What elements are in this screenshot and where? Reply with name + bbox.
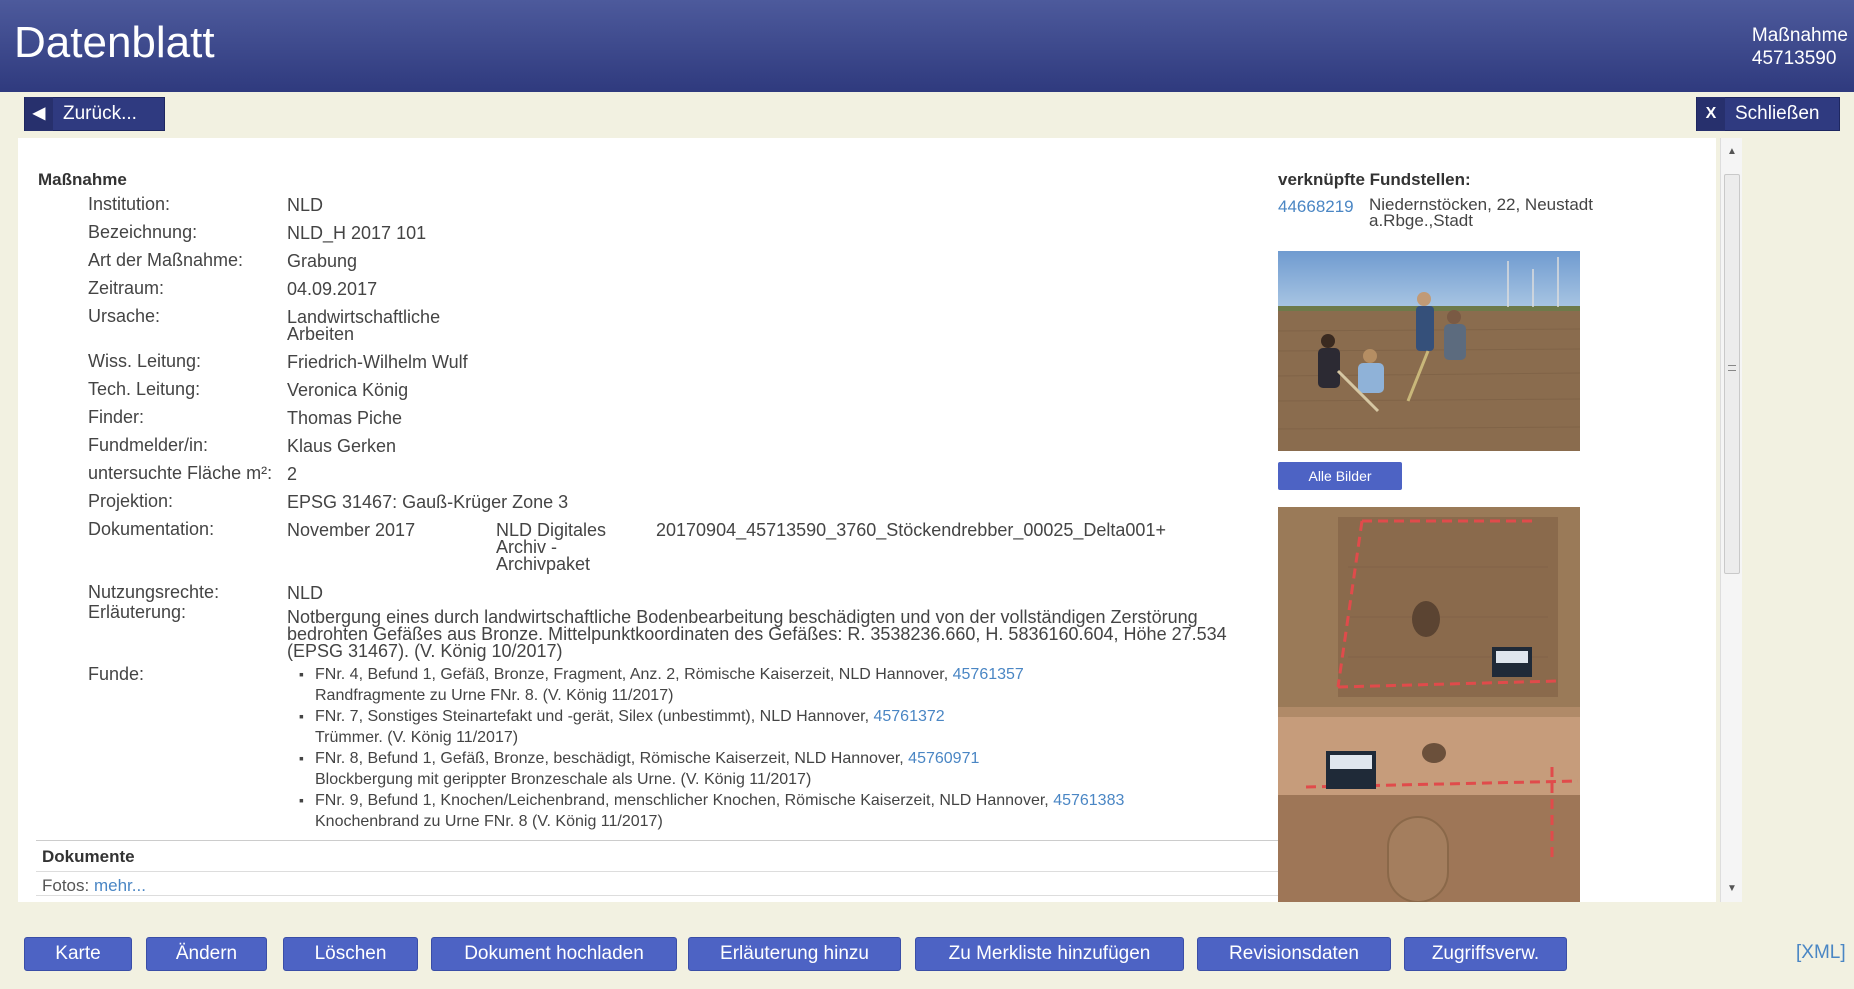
field-label: Art der Maßnahme:: [88, 250, 244, 270]
funde-list: FNr. 4, Befund 1, Gefäß, Bronze, Fragmen…: [299, 664, 1249, 832]
fund-link[interactable]: 45761357: [953, 666, 1024, 683]
close-button[interactable]: X Schließen: [1696, 97, 1840, 131]
photo-excavation-top[interactable]: [1278, 507, 1580, 707]
fundstelle-id-link[interactable]: 44668219: [1278, 197, 1354, 217]
scroll-up-icon[interactable]: ▲: [1727, 146, 1737, 157]
field-value-zeitraum: 04.09.2017: [287, 279, 378, 299]
field-label: Dokumentation:: [88, 519, 215, 539]
fund-note: Blockbergung mit gerippter Bronzeschale …: [315, 771, 812, 788]
zu-merkliste-button[interactable]: Zu Merkliste hinzufügen: [915, 937, 1184, 971]
dokument-hochladen-button[interactable]: Dokument hochladen: [431, 937, 677, 971]
profile-image: [1278, 707, 1580, 902]
doku-file: 20170904_45713590_3760_Stöckendrebber_00…: [656, 520, 1166, 540]
field-value-wiss-leitung: Friedrich-Wilhelm Wulf: [287, 352, 468, 372]
page-title: Datenblatt: [14, 18, 215, 67]
scroll-thumb[interactable]: [1724, 174, 1740, 574]
fund-note: Randfragmente zu Urne FNr. 8. (V. König …: [315, 687, 674, 704]
excavation-image: [1278, 507, 1580, 707]
field-label: Institution:: [88, 194, 171, 214]
doku-archiv: NLD Digitales Archiv - Archivpaket: [496, 520, 607, 574]
field-label: untersuchte Fläche m²:: [88, 463, 273, 483]
back-button[interactable]: ◀ Zurück...: [24, 97, 165, 131]
title-bar: Datenblatt Maßnahme 45713590: [0, 0, 1854, 92]
field-value-finder: Thomas Piche: [287, 408, 403, 428]
field-value-institution: NLD: [287, 195, 324, 215]
revisionsdaten-button[interactable]: Revisionsdaten: [1197, 937, 1391, 971]
fund-link[interactable]: 45761372: [873, 708, 944, 725]
field-label: Zeitraum:: [88, 278, 165, 298]
fund-link[interactable]: 45761383: [1053, 792, 1124, 809]
field-label: Tech. Leitung:: [88, 379, 201, 399]
content-panel: Maßnahme Institution: NLD Bezeichnung: N…: [18, 138, 1716, 902]
photo-excavation-profile[interactable]: [1278, 707, 1580, 902]
all-images-button[interactable]: Alle Bilder: [1278, 462, 1402, 490]
field-label: Nutzungsrechte:: [88, 582, 220, 602]
section-heading-massnahme: Maßnahme: [38, 170, 127, 189]
back-label: Zurück...: [63, 103, 137, 124]
fotos-row: Fotos: mehr...: [36, 871, 1280, 896]
list-item: FNr. 7, Sonstiges Steinartefakt und -ger…: [299, 706, 1249, 748]
aendern-button[interactable]: Ändern: [146, 937, 267, 971]
field-value-dokumentation: November 2017: [287, 520, 416, 540]
section-heading-dokumente: Dokumente: [42, 847, 135, 866]
field-label: Wiss. Leitung:: [88, 351, 202, 371]
fund-note: Trümmer. (V. König 11/2017): [315, 729, 519, 746]
field-label: Fundmelder/in:: [88, 435, 209, 455]
field-label: Ursache:: [88, 306, 161, 326]
photo-fieldwork[interactable]: [1278, 251, 1580, 451]
field-value-projektion: EPSG 31467: Gauß-Krüger Zone 3: [287, 492, 569, 512]
field-label: Bezeichnung:: [88, 222, 198, 242]
loeschen-button[interactable]: Löschen: [283, 937, 418, 971]
field-value-bezeichnung: NLD_H 2017 101: [287, 223, 427, 243]
close-label: Schließen: [1735, 103, 1820, 124]
field-value-art: Grabung: [287, 251, 358, 271]
erlaeuterung-hinzu-button[interactable]: Erläuterung hinzu: [688, 937, 901, 971]
field-value-nutzungsrechte: NLD: [287, 583, 324, 603]
list-item: FNr. 4, Befund 1, Gefäß, Bronze, Fragmen…: [299, 664, 1249, 706]
close-icon: X: [1697, 97, 1725, 131]
chevron-left-icon: ◀: [25, 97, 53, 131]
fund-note: Knochenbrand zu Urne FNr. 8 (V. König 11…: [315, 813, 663, 830]
fotos-label: Fotos:: [42, 876, 90, 895]
xml-link[interactable]: [XML]: [1796, 942, 1846, 964]
karte-button[interactable]: Karte: [24, 937, 132, 971]
field-value-erlaeuterung: Notbergung eines durch landwirtschaftlic…: [287, 607, 1227, 661]
field-label: Erläuterung:: [88, 602, 187, 622]
divider: [36, 840, 1280, 841]
fundstelle-place: Niedernstöcken, 22, Neustadt a.Rbge.,Sta…: [1369, 195, 1593, 230]
fotos-more-link[interactable]: mehr...: [94, 876, 146, 895]
list-item: FNr. 9, Befund 1, Knochen/Leichenbrand, …: [299, 790, 1249, 832]
field-label: Finder:: [88, 407, 145, 427]
field-label: Projektion:: [88, 491, 174, 511]
vertical-scrollbar[interactable]: ▲ ▼: [1720, 138, 1742, 902]
record-info: Maßnahme 45713590: [1752, 24, 1848, 70]
list-item: FNr. 8, Befund 1, Gefäß, Bronze, beschäd…: [299, 748, 1249, 790]
scroll-down-icon[interactable]: ▼: [1727, 883, 1737, 894]
field-value-ursache: Landwirtschaftliche Arbeiten: [287, 307, 441, 344]
field-label: Funde:: [88, 664, 145, 684]
fundstellen-heading: verknüpfte Fundstellen:: [1278, 170, 1471, 189]
nav-bar: ◀ Zurück... X Schließen: [0, 92, 1854, 136]
record-id: 45713590: [1751, 48, 1837, 69]
record-type: Maßnahme: [1751, 25, 1848, 46]
zugriffsverw-button[interactable]: Zugriffsverw.: [1404, 937, 1567, 971]
grip-icon: [1728, 365, 1736, 371]
field-value-fundmelder: Klaus Gerken: [287, 436, 397, 456]
field-value-tech-leitung: Veronica König: [287, 380, 409, 400]
field-value-flaeche: 2: [287, 464, 298, 484]
fund-link[interactable]: 45760971: [908, 750, 979, 767]
fieldwork-image: [1278, 251, 1580, 451]
